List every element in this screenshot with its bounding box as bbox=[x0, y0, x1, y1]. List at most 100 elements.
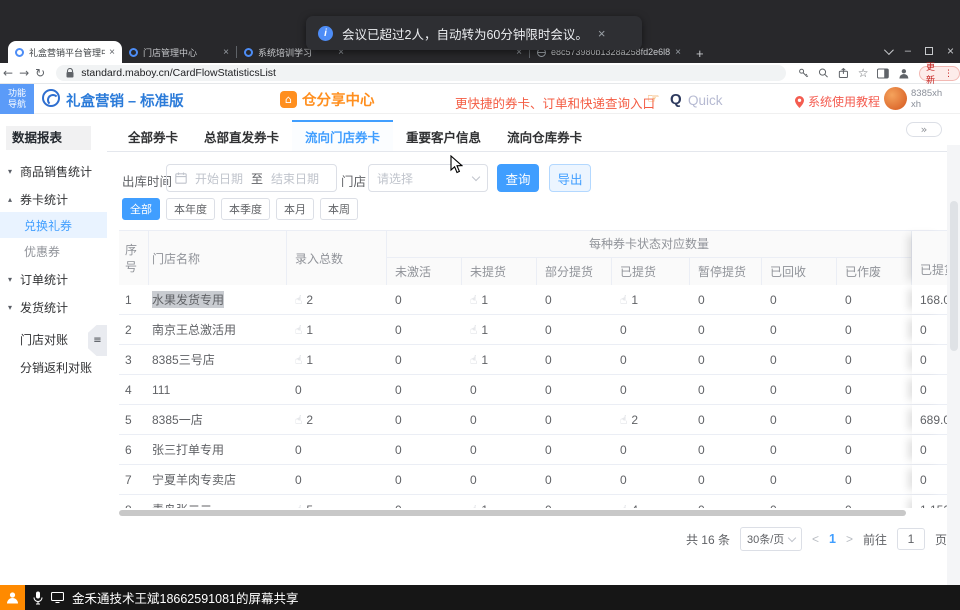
tab-close-icon[interactable]: × bbox=[223, 47, 229, 58]
pointer-hand-icon[interactable]: ☝ bbox=[470, 353, 477, 367]
export-button[interactable]: 导出 bbox=[549, 164, 591, 192]
key-icon[interactable] bbox=[798, 67, 809, 79]
table-cell[interactable]: ☝5 bbox=[287, 495, 387, 508]
table-cell[interactable]: ☝1 bbox=[462, 285, 537, 314]
chip-this-year[interactable]: 本年度 bbox=[166, 198, 215, 220]
pointer-hand-icon[interactable]: ☝ bbox=[295, 413, 302, 427]
table-cell[interactable]: ☝2 bbox=[287, 405, 387, 434]
sidebar-item-discount-coupon[interactable]: 优惠券 bbox=[0, 238, 107, 264]
sidebar-item-shipping-stats[interactable]: ▾ 发货统计 bbox=[0, 294, 107, 320]
chip-all[interactable]: 全部 bbox=[122, 198, 160, 220]
tab-all-cards[interactable]: 全部券卡 bbox=[115, 120, 191, 151]
table-cell: 0 bbox=[837, 375, 912, 404]
pointer-hand-icon[interactable]: ☝ bbox=[470, 293, 477, 307]
table-cell: 0 bbox=[690, 345, 762, 374]
pointer-hand-icon[interactable]: ☝ bbox=[470, 323, 477, 337]
table-cell: 0 bbox=[537, 495, 612, 508]
sidebar-item-product-sales[interactable]: ▾ 商品销售统计 bbox=[0, 158, 107, 184]
more-vertical-icon[interactable]: ⋮ bbox=[944, 68, 953, 79]
store-name-cell: 8385三号店 bbox=[149, 345, 287, 374]
tab-store-flow-cards[interactable]: 流向门店券卡 bbox=[292, 120, 393, 151]
sidebar-item-exchange-coupon[interactable]: 兑换礼券 bbox=[0, 212, 107, 238]
vertical-scrollbar-thumb[interactable] bbox=[950, 201, 958, 351]
quick-search-label[interactable]: Quick bbox=[688, 93, 723, 108]
side-panel-icon[interactable] bbox=[877, 68, 889, 79]
table-header: 序号 门店名称 录入总数 每种券卡状态对应数量 未激活 未提货 部分提货 已提货… bbox=[119, 230, 947, 285]
function-nav-button[interactable]: 功能 导航 bbox=[0, 84, 34, 114]
pointer-hand-icon[interactable]: ☝ bbox=[295, 353, 302, 367]
header-not-picked: 未提货 bbox=[462, 258, 537, 285]
table-cell: 0 bbox=[462, 435, 537, 464]
store-select[interactable]: 请选择 bbox=[368, 164, 488, 192]
pointer-hand-icon[interactable]: ☝ bbox=[620, 293, 627, 307]
chip-this-month[interactable]: 本月 bbox=[276, 198, 314, 220]
sidebar-item-card-stats[interactable]: ▴ 券卡统计 bbox=[0, 186, 107, 212]
tab-close-icon[interactable]: × bbox=[109, 47, 115, 58]
minimize-icon[interactable]: – bbox=[905, 45, 911, 57]
table-cell: 0 bbox=[387, 435, 462, 464]
expand-button[interactable]: » bbox=[906, 122, 942, 137]
tutorial-link[interactable]: 系统使用教程 bbox=[795, 93, 880, 110]
header-entered-total: 录入总数 bbox=[287, 231, 387, 285]
prev-page-icon[interactable]: < bbox=[812, 532, 819, 546]
pointer-hand-icon[interactable]: ☝ bbox=[295, 323, 302, 337]
back-icon[interactable]: ← bbox=[0, 66, 16, 80]
tab-key-customer-info[interactable]: 重要客户信息 bbox=[393, 120, 494, 151]
bookmark-star-icon[interactable]: ☆ bbox=[858, 66, 869, 80]
table-cell[interactable]: ☝1 bbox=[287, 315, 387, 344]
maximize-icon[interactable] bbox=[925, 47, 933, 55]
tab-warehouse-flow-cards[interactable]: 流向仓库券卡 bbox=[494, 120, 595, 151]
table-row: 8青岛张二二☝50☝10☝40001,152 bbox=[119, 495, 947, 508]
table-cell[interactable]: ☝1 bbox=[462, 345, 537, 374]
chip-this-week[interactable]: 本周 bbox=[320, 198, 358, 220]
tab-hq-direct-cards[interactable]: 总部直发券卡 bbox=[191, 120, 292, 151]
date-range-input[interactable]: 开始日期 至 结束日期 bbox=[166, 164, 337, 192]
warehouse-share-center-link[interactable]: ⌂ 仓分享中心 bbox=[280, 89, 375, 110]
update-button[interactable]: 更新 ⋮ bbox=[919, 66, 960, 81]
pointer-hand-icon[interactable]: ☝ bbox=[295, 293, 302, 307]
table-cell[interactable]: ☝1 bbox=[612, 285, 690, 314]
quick-search-q-icon[interactable]: Q bbox=[670, 91, 682, 108]
chip-this-quarter[interactable]: 本季度 bbox=[221, 198, 270, 220]
table-cell[interactable]: ☝4 bbox=[612, 495, 690, 508]
table-row: 4111000000000 bbox=[119, 375, 947, 405]
search-button[interactable]: 查询 bbox=[497, 164, 539, 192]
zoom-icon[interactable] bbox=[818, 67, 829, 79]
share-icon[interactable] bbox=[838, 67, 849, 79]
new-tab-button[interactable]: + bbox=[688, 46, 712, 61]
goto-page-input[interactable] bbox=[897, 528, 925, 550]
current-page[interactable]: 1 bbox=[829, 532, 836, 546]
next-page-icon[interactable]: > bbox=[846, 532, 853, 546]
table-cell: 0 bbox=[612, 345, 690, 374]
page-size-select[interactable]: 30条/页 bbox=[740, 527, 802, 551]
profile-icon[interactable] bbox=[898, 67, 910, 80]
browser-tab-1[interactable]: 礼盒营销平台管理中心 × bbox=[8, 41, 122, 63]
table-cell[interactable]: ☝1 bbox=[462, 495, 537, 508]
pointer-hand-icon[interactable]: ☝ bbox=[470, 503, 477, 509]
update-label: 更新 bbox=[926, 60, 941, 86]
close-window-icon[interactable]: × bbox=[947, 44, 954, 58]
pointer-hand-icon[interactable]: ☝ bbox=[295, 503, 302, 509]
pointer-hand-icon[interactable]: ☝ bbox=[620, 413, 627, 427]
browser-tab-2[interactable]: 门店管理中心 × bbox=[122, 41, 236, 63]
user-avatar[interactable] bbox=[884, 87, 907, 110]
forward-icon[interactable]: → bbox=[16, 66, 32, 80]
table-cell[interactable]: ☝2 bbox=[287, 285, 387, 314]
chevron-down-icon[interactable] bbox=[884, 45, 894, 55]
function-nav-line2: 导航 bbox=[0, 99, 34, 110]
app-window: 功能 导航 礼盒营销 – 标准版 ⌂ 仓分享中心 更快捷的券卡、订单和快递查询入… bbox=[0, 84, 960, 585]
pointer-hand-icon[interactable]: ☝ bbox=[620, 503, 627, 509]
reload-icon[interactable]: ↻ bbox=[32, 66, 48, 80]
store-select-placeholder: 请选择 bbox=[377, 170, 413, 187]
horizontal-scrollbar-thumb[interactable] bbox=[119, 510, 906, 516]
notification-close-icon[interactable]: × bbox=[598, 26, 606, 41]
table-cell[interactable]: ☝2 bbox=[612, 405, 690, 434]
table-cell[interactable]: ☝1 bbox=[462, 315, 537, 344]
table-cell[interactable]: ☝1 bbox=[287, 345, 387, 374]
sidebar-item-rebate-reconciliation[interactable]: 分销返利对账 bbox=[0, 354, 107, 380]
store-name-cell: 南京王总激活用 bbox=[149, 315, 287, 344]
tab-close-icon[interactable]: × bbox=[675, 47, 681, 58]
url-bar[interactable]: standard.maboy.cn/CardFlowStatisticsList bbox=[56, 65, 786, 81]
sidebar-item-order-stats[interactable]: ▾ 订单统计 bbox=[0, 266, 107, 292]
picked-amount-cell: 0 bbox=[912, 315, 947, 344]
